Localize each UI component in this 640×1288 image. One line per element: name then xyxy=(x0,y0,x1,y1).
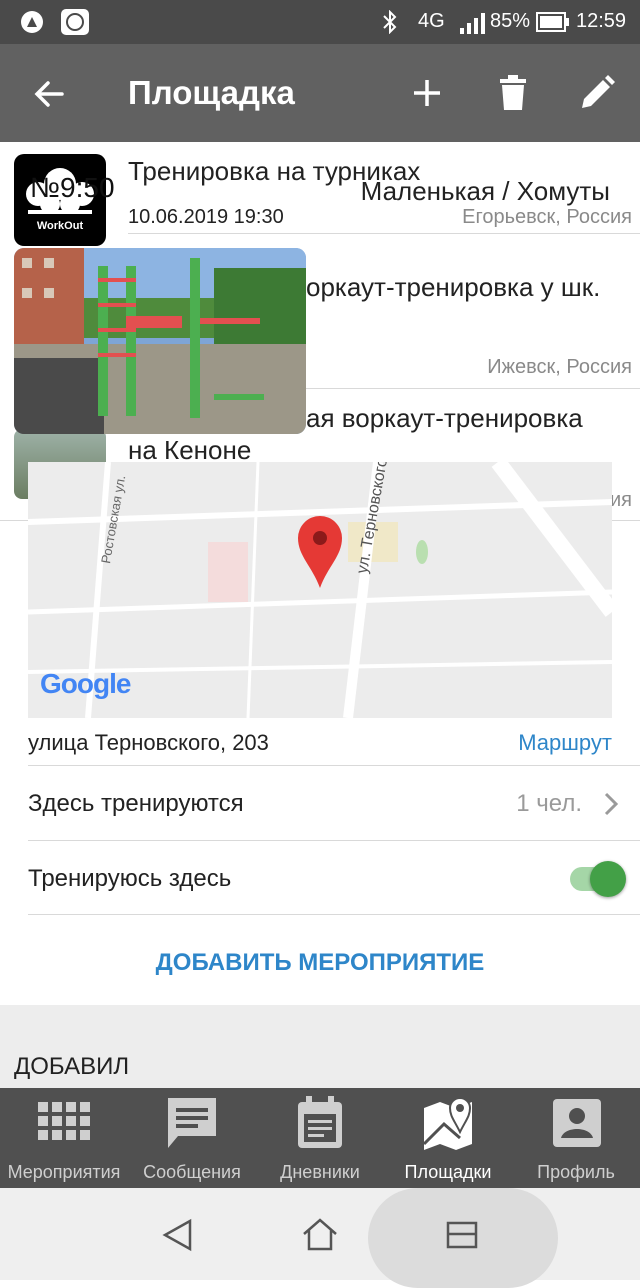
system-recents-icon[interactable] xyxy=(446,1220,478,1250)
delete-icon[interactable] xyxy=(498,74,528,112)
list-item[interactable]: WorkOut №9:50 Тренировка на турниках 10.… xyxy=(0,142,640,246)
training-here-count: 1 чел. xyxy=(516,790,582,817)
nav-label: Площадки xyxy=(404,1162,492,1182)
app-a-icon xyxy=(21,11,43,33)
nav-events[interactable]: Мероприятия xyxy=(0,1088,128,1188)
status-bar: 4G 85% 12:59 xyxy=(0,0,640,44)
profile-icon xyxy=(553,1099,601,1147)
battery-icon xyxy=(536,12,569,32)
added-by-header: ДОБАВИЛ xyxy=(14,1053,130,1080)
i-train-here-toggle[interactable] xyxy=(570,861,626,897)
nav-label: Сообщения xyxy=(143,1162,241,1182)
signal-icon xyxy=(460,13,485,34)
address-text: улица Терновского, 203 xyxy=(28,730,269,755)
event-city: Егорьевск, Россия xyxy=(462,206,632,228)
playground-photo-image xyxy=(14,248,306,434)
bluetooth-icon xyxy=(383,10,397,34)
add-event-label: ДОБАВИТЬ МЕРОПРИЯТИЕ xyxy=(155,949,485,976)
add-event-button[interactable]: ДОБАВИТЬ МЕРОПРИЯТИЕ xyxy=(0,915,640,1005)
google-logo: Google xyxy=(40,668,131,699)
add-icon[interactable] xyxy=(410,76,444,110)
page-title: Площадка xyxy=(128,74,295,111)
playground-photo xyxy=(14,248,306,434)
training-here-label: Здесь тренируются xyxy=(28,790,244,817)
event-city: ия xyxy=(609,489,632,511)
system-home-icon[interactable] xyxy=(300,1216,340,1252)
nav-profile[interactable]: Профиль xyxy=(512,1088,640,1188)
event-date: 10.06.2019 19:30 xyxy=(128,206,284,228)
diary-icon xyxy=(298,1096,342,1148)
nav-label: Профиль xyxy=(537,1162,615,1182)
system-navigation-bar xyxy=(0,1188,640,1288)
chevron-right-icon xyxy=(604,792,619,816)
nav-playgrounds[interactable]: Площадки xyxy=(384,1088,512,1188)
battery-percent: 85% xyxy=(490,10,531,32)
toggle-knob xyxy=(590,861,626,897)
mi-icon xyxy=(61,9,89,35)
event-title-line1: ая воркаут-тренировка xyxy=(306,403,583,433)
event-place: Маленькая / Хомуты xyxy=(360,176,610,206)
event-city: Ижевск, Россия xyxy=(487,356,632,378)
back-arrow-icon[interactable] xyxy=(32,76,68,112)
nav-messages[interactable]: Сообщения xyxy=(128,1088,256,1188)
nav-diaries[interactable]: Дневники xyxy=(256,1088,384,1188)
map-pin-icon xyxy=(422,1097,472,1150)
i-train-here-label: Тренируюсь здесь xyxy=(28,865,232,892)
logo-text: WorkOut xyxy=(36,220,84,232)
map-view[interactable]: ул. Терновского Ростовская ул. Google xyxy=(28,462,612,718)
app-bar: Площадка xyxy=(0,44,640,142)
network-type: 4G xyxy=(418,10,445,32)
event-title: оркаут-тренировка у шк. xyxy=(306,272,601,302)
edit-icon[interactable] xyxy=(578,74,616,112)
location-pin-icon[interactable] xyxy=(296,514,344,590)
i-train-here-row: Тренируюсь здесь xyxy=(0,841,640,915)
added-by-section: ДОБАВИЛ xyxy=(0,1005,640,1089)
nav-label: Мероприятия xyxy=(7,1162,121,1182)
clock: 12:59 xyxy=(576,10,627,32)
message-icon xyxy=(168,1098,216,1148)
event-badge: №9:50 xyxy=(30,172,115,203)
system-back-icon[interactable] xyxy=(160,1218,196,1252)
route-link[interactable]: Маршрут xyxy=(518,730,612,756)
nav-label: Дневники xyxy=(280,1162,360,1182)
grid-icon xyxy=(38,1102,90,1140)
training-here-row[interactable]: Здесь тренируются 1 чел. xyxy=(0,766,640,840)
bottom-navigation: Мероприятия Сообщения Дневники Площадки … xyxy=(0,1088,640,1188)
